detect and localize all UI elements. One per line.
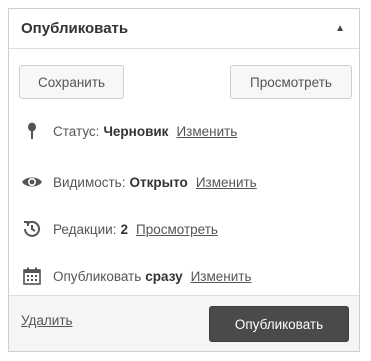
status-label: Статус: (53, 123, 100, 139)
schedule-edit-link[interactable]: Изменить (191, 269, 252, 284)
status-edit-link[interactable]: Изменить (176, 124, 237, 139)
publish-box-title: Опубликовать (21, 20, 129, 37)
triangle-up-icon[interactable]: ▲ (335, 23, 345, 34)
schedule-value: сразу (145, 268, 183, 284)
publish-actions: Удалить Опубликовать (9, 295, 359, 351)
publish-box-header[interactable]: Опубликовать ▲ (9, 9, 359, 49)
status-value: Черновик (103, 123, 169, 139)
visibility-edit-link[interactable]: Изменить (196, 175, 257, 190)
save-draft-button[interactable]: Сохранить (19, 65, 124, 99)
visibility-value: Открыто (129, 174, 188, 190)
pin-icon (21, 121, 43, 141)
schedule-label: Опубликовать (53, 268, 142, 284)
history-icon (21, 219, 43, 239)
delete-link[interactable]: Удалить (21, 313, 73, 328)
eye-icon (21, 172, 43, 192)
revisions-view-link[interactable]: Просмотреть (136, 222, 218, 237)
preview-button[interactable]: Просмотреть (230, 65, 352, 99)
schedule-row: Опубликовать сразу Изменить (21, 266, 252, 286)
revisions-count: 2 (120, 221, 128, 237)
publish-button[interactable]: Опубликовать (209, 306, 349, 342)
revisions-label: Редакции: (53, 221, 117, 237)
revisions-row: Редакции: 2 Просмотреть (21, 219, 218, 239)
visibility-row: Видимость: Открыто Изменить (21, 172, 257, 192)
visibility-label: Видимость: (53, 174, 126, 190)
publish-box: Опубликовать ▲ Сохранить Просмотреть Ста… (8, 8, 360, 352)
calendar-icon (21, 266, 43, 286)
status-row: Статус: Черновик Изменить (21, 121, 237, 141)
